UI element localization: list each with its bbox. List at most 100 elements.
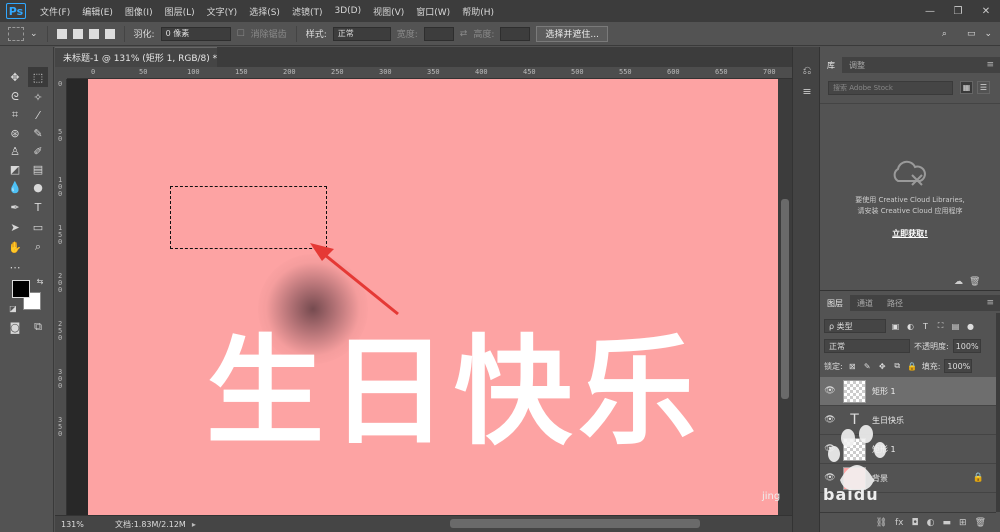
blur-tool-icon[interactable]: 💧 <box>5 177 25 197</box>
swap-icon[interactable]: ⇄ <box>460 29 468 39</box>
get-now-link[interactable]: 立即获取! <box>820 228 1000 239</box>
lock-artboard-icon[interactable]: ⧉ <box>892 361 903 372</box>
quick-mask-icon[interactable]: ◙ <box>5 317 25 337</box>
healing-brush-icon[interactable]: ⊛ <box>5 123 25 143</box>
zoom-level[interactable]: 131% <box>55 520 95 529</box>
swap-colors-icon[interactable]: ⇆ <box>34 275 46 287</box>
screen-mode-icon[interactable]: ⧉ <box>28 317 48 337</box>
menu-edit[interactable]: 编辑(E) <box>76 5 119 18</box>
library-search-input[interactable]: 搜索 Adobe Stock <box>828 81 953 95</box>
adjustment-layer-icon[interactable]: ◐ <box>927 518 935 528</box>
foreground-color-swatch[interactable] <box>12 280 30 298</box>
select-and-mask-button[interactable]: 选择并遮住... <box>536 25 608 42</box>
search-icon[interactable]: ⌕ <box>942 29 947 39</box>
lock-transparent-icon[interactable]: ⊠ <box>847 361 858 372</box>
layer-row-rectangle-1-top[interactable]: 👁 矩形 1 <box>820 377 996 406</box>
antialias-checkbox-icon[interactable]: ☐ <box>237 29 245 39</box>
history-brush-icon[interactable]: ✐ <box>28 141 48 161</box>
menu-select[interactable]: 选择(S) <box>243 5 286 18</box>
crop-tool-icon[interactable]: ⌗ <box>5 105 25 125</box>
layer-style-icon[interactable]: fx <box>895 518 904 528</box>
magic-wand-icon[interactable]: ✧ <box>28 87 48 107</box>
menu-file[interactable]: 文件(F) <box>34 5 76 18</box>
pen-tool-icon[interactable]: ✒ <box>5 197 25 217</box>
more-tools-icon[interactable]: ⋯ <box>5 257 25 277</box>
trash-icon[interactable]: 🗑 <box>969 277 980 287</box>
lock-all-icon[interactable]: 🔒 <box>907 361 918 372</box>
tab-library[interactable]: 库 <box>820 57 842 73</box>
dodge-tool-icon[interactable]: ● <box>28 177 48 197</box>
menu-image[interactable]: 图像(I) <box>119 5 159 18</box>
fill-input[interactable]: 100% <box>944 359 973 373</box>
menu-layer[interactable]: 图层(L) <box>159 5 201 18</box>
tab-paths[interactable]: 路径 <box>880 295 910 311</box>
eyedropper-icon[interactable]: ⁄ <box>28 105 48 125</box>
menu-help[interactable]: 帮助(H) <box>456 5 500 18</box>
filter-shape-icon[interactable]: ⛶ <box>935 321 946 332</box>
vertical-ruler[interactable]: 0 5 0 1 0 0 1 5 0 2 0 0 2 5 0 3 0 0 3 5 0 <box>55 79 67 515</box>
stamp-tool-icon[interactable]: ♙ <box>5 141 25 161</box>
cloud-sync-icon[interactable]: ☁ <box>954 277 963 287</box>
link-layers-icon[interactable]: ⛓ <box>876 518 887 528</box>
add-mask-icon[interactable]: ◘ <box>912 518 919 528</box>
filter-type-icon[interactable]: T <box>920 321 931 332</box>
properties-panel-icon[interactable]: ≡ <box>799 83 815 99</box>
hand-tool-icon[interactable]: ✋ <box>5 237 25 257</box>
list-view-icon[interactable]: ☰ <box>977 81 990 94</box>
new-selection-icon[interactable] <box>56 28 67 39</box>
grid-view-icon[interactable]: ▦ <box>960 81 973 94</box>
document-tab[interactable]: 未标题-1 @ 131% (矩形 1, RGB/8) * × <box>55 47 233 67</box>
tab-layers[interactable]: 图层 <box>820 295 850 311</box>
subtract-selection-icon[interactable] <box>88 28 99 39</box>
horizontal-scroll-thumb[interactable] <box>450 519 700 528</box>
feather-input[interactable]: 0 像素 <box>160 26 231 41</box>
add-selection-icon[interactable] <box>72 28 83 39</box>
lock-pixels-icon[interactable]: ✎ <box>862 361 873 372</box>
menu-type[interactable]: 文字(Y) <box>201 5 244 18</box>
delete-layer-icon[interactable]: 🗑 <box>975 518 986 528</box>
move-tool-icon[interactable]: ✥ <box>5 67 25 87</box>
marquee-preset-icon[interactable] <box>8 26 24 41</box>
zoom-tool-icon[interactable]: ⌕ <box>28 237 48 257</box>
preset-chevron-icon[interactable]: ⌄ <box>30 29 38 39</box>
menu-view[interactable]: 视图(V) <box>367 5 410 18</box>
brush-tool-icon[interactable]: ✎ <box>28 123 48 143</box>
workspace-icon[interactable]: ▭ <box>967 29 976 39</box>
intersect-selection-icon[interactable] <box>104 28 115 39</box>
vertical-scrollbar[interactable] <box>778 79 792 515</box>
filter-pixel-icon[interactable]: ▣ <box>890 321 901 332</box>
height-input[interactable] <box>500 26 531 41</box>
minimize-button[interactable]: — <box>916 0 944 22</box>
panel-menu-icon[interactable]: ≡ <box>986 60 994 70</box>
workspace-chevron-icon[interactable]: ⌄ <box>984 29 992 39</box>
new-layer-icon[interactable]: ⊞ <box>959 518 967 528</box>
eraser-tool-icon[interactable]: ◩ <box>5 159 25 179</box>
lasso-tool-icon[interactable]: ᘓ <box>5 87 25 107</box>
layers-menu-icon[interactable]: ≡ <box>986 298 994 308</box>
lock-position-icon[interactable]: ✥ <box>877 361 888 372</box>
menu-filter[interactable]: 滤镜(T) <box>286 5 329 18</box>
gradient-tool-icon[interactable]: ▤ <box>28 159 48 179</box>
document-info[interactable]: 文档:1.83M/2.12M <box>115 519 186 530</box>
status-arrow-icon[interactable]: ▸ <box>192 520 196 529</box>
new-group-icon[interactable]: ▬ <box>943 518 952 528</box>
history-panel-icon[interactable]: ⎌ <box>799 63 815 79</box>
opacity-input[interactable]: 100% <box>952 339 981 353</box>
type-tool-icon[interactable]: T <box>28 197 48 217</box>
width-input[interactable] <box>423 26 454 41</box>
menu-window[interactable]: 窗口(W) <box>410 5 456 18</box>
restore-button[interactable]: ❐ <box>944 0 972 22</box>
path-select-icon[interactable]: ➤ <box>5 217 25 237</box>
default-colors-icon[interactable]: ◪ <box>8 303 18 313</box>
layer-kind-select[interactable]: ρ 类型 <box>824 319 886 333</box>
layers-scrollbar[interactable] <box>996 313 1000 512</box>
horizontal-ruler[interactable]: 0 50 100 150 200 250 300 350 400 450 500 550 600 650 7… <box>67 67 824 79</box>
filter-adjust-icon[interactable]: ◐ <box>905 321 916 332</box>
shape-tool-icon[interactable]: ▭ <box>28 217 48 237</box>
marquee-tool-icon[interactable]: ⬚ <box>28 67 48 87</box>
visibility-eye-icon[interactable]: 👁 <box>820 386 840 396</box>
tab-channels[interactable]: 通道 <box>850 295 880 311</box>
style-select[interactable]: 正常 <box>332 26 391 41</box>
menu-3d[interactable]: 3D(D) <box>328 6 367 16</box>
tab-adjustments[interactable]: 调整 <box>842 57 872 73</box>
